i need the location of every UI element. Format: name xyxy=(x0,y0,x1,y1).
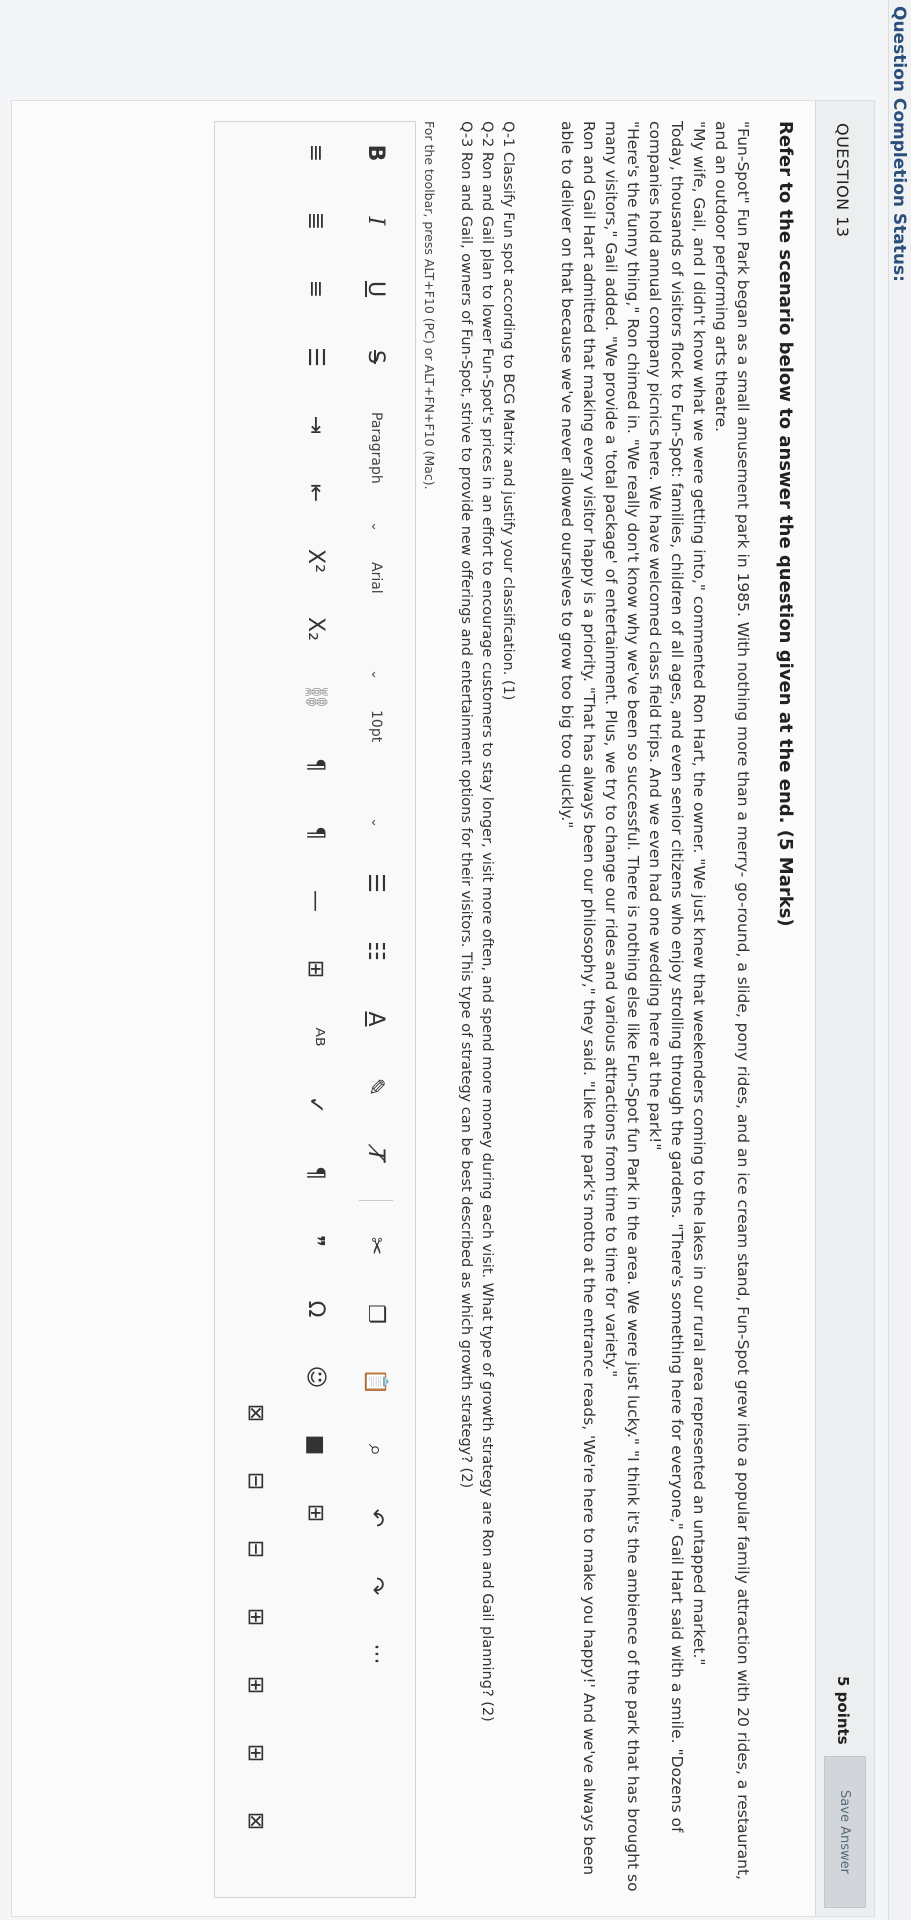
subscript-button[interactable]: X₂ xyxy=(297,606,335,652)
paragraph-select-value: Paragraph xyxy=(368,412,384,484)
more-options-button[interactable]: ··· xyxy=(357,1631,395,1677)
clear-format-icon[interactable]: T̸ xyxy=(357,1132,395,1178)
table-split-icon[interactable]: ⊠ xyxy=(237,1798,275,1844)
toolbar-row-3: ⊠ ⊟ ⊟ ⊞ ⊞ ⊞ ⊠ xyxy=(231,130,281,1885)
question-panel: QUESTION 13 5 points Save Answer Refer t… xyxy=(11,100,875,1917)
sub-question: Q-1 Classify Fun spot according to BCG M… xyxy=(500,121,516,701)
sub-questions: Q-1 Classify Fun spot according to BCG M… xyxy=(455,121,518,1896)
question-instruction: Refer to the scenario below to answer th… xyxy=(775,121,796,927)
table-column-after-icon[interactable]: ⊞ xyxy=(237,1662,275,1708)
find-icon[interactable]: ⌕ xyxy=(357,1427,395,1473)
scenario-paragraph: Ron and Gail Hart admitted that making e… xyxy=(558,121,598,1876)
toolbar-row-1: B I U S Paragraph ⌄ Arial ⌄ 10pt ⌄ ☰ ☷ A ✎ … xyxy=(351,130,401,1885)
special-character-icon[interactable]: Ω xyxy=(297,1286,335,1332)
question-points: 5 points xyxy=(834,1676,852,1745)
emoji-icon[interactable]: ☺ xyxy=(297,1354,335,1400)
editor-toolbar: B I U S Paragraph ⌄ Arial ⌄ 10pt ⌄ ☰ ☷ A ✎ … xyxy=(214,121,416,1898)
blockquote-icon[interactable]: ❞ xyxy=(297,1218,335,1264)
scenario-paragraph: Today, thousands of visitors flock to Fu… xyxy=(646,121,686,1833)
copy-icon[interactable]: ❐ xyxy=(357,1291,395,1337)
table-icon[interactable]: ⊞ xyxy=(297,1490,335,1536)
text-color-icon[interactable]: A xyxy=(357,996,395,1042)
align-left-icon[interactable]: ≡ xyxy=(297,130,335,176)
cut-icon[interactable]: ✂ xyxy=(357,1223,395,1269)
paragraph-select[interactable]: Paragraph ⌄ xyxy=(360,402,392,542)
question-header: QUESTION 13 5 points Save Answer xyxy=(815,101,874,1916)
completion-status-label: Question Completion Status: xyxy=(889,6,909,282)
font-select-value: Arial xyxy=(368,562,384,594)
font-size-select[interactable]: 10pt ⌄ xyxy=(360,700,392,838)
toolbar-row-2: ≡ ≣ ≡ ☰ ⇥ ⇤ X² X₂ ⛓ ¶ ¶ — ⊞ ᴬᴮ ✓ ¶ ❞ Ω ☺… xyxy=(291,130,341,1885)
toolbar-hint: For the toolbar, press ALT+F10 (PC) or A… xyxy=(422,121,437,490)
underline-button[interactable]: U xyxy=(357,266,395,312)
scenario-paragraph: "Fun-Spot" Fun Park began as a small amu… xyxy=(712,121,752,1880)
justify-icon[interactable]: ☰ xyxy=(297,334,335,380)
page: Question Completion Status: QUESTION 13 … xyxy=(0,0,911,1920)
paste-icon[interactable]: 📋 xyxy=(357,1359,395,1405)
media-icon[interactable]: ■ xyxy=(297,1422,335,1468)
bold-button[interactable]: B xyxy=(357,130,395,176)
horizontal-rule-icon[interactable]: — xyxy=(297,878,335,924)
table-row-after-icon[interactable]: ⊟ xyxy=(237,1526,275,1572)
save-answer-button[interactable]: Save Answer xyxy=(824,1756,866,1908)
chevron-down-icon: ⌄ xyxy=(368,817,384,828)
paragraph-mark-icon[interactable]: ¶ xyxy=(297,1150,335,1196)
status-bar: Question Completion Status: xyxy=(888,0,911,1920)
align-right-icon[interactable]: ≡ xyxy=(297,266,335,312)
redo-icon[interactable]: ↷ xyxy=(357,1563,395,1609)
font-select[interactable]: Arial ⌄ xyxy=(360,552,392,690)
strikethrough-button[interactable]: S xyxy=(357,334,395,380)
outdent-icon[interactable]: ⇤ xyxy=(297,470,335,516)
table-merge-icon[interactable]: ⊞ xyxy=(237,1730,275,1776)
spellcheck-icon[interactable]: ᴬᴮ xyxy=(297,1014,335,1060)
rtl-icon[interactable]: ¶ xyxy=(297,810,335,856)
checkmark-icon[interactable]: ✓ xyxy=(297,1082,335,1128)
undo-icon[interactable]: ↶ xyxy=(357,1495,395,1541)
scenario-text: "Fun-Spot" Fun Park began as a small amu… xyxy=(556,121,754,1896)
highlight-icon[interactable]: ✎ xyxy=(357,1064,395,1110)
link-icon[interactable]: ⛓ xyxy=(297,674,335,720)
indent-icon[interactable]: ⇥ xyxy=(297,402,335,448)
table-column-before-icon[interactable]: ⊞ xyxy=(237,1594,275,1640)
table-row-before-icon[interactable]: ⊟ xyxy=(237,1458,275,1504)
numbered-list-icon[interactable]: ☷ xyxy=(357,928,395,974)
superscript-button[interactable]: X² xyxy=(297,538,335,584)
question-number: QUESTION 13 xyxy=(833,123,852,238)
align-center-icon[interactable]: ≣ xyxy=(297,198,335,244)
font-size-select-value: 10pt xyxy=(368,710,384,743)
scenario-paragraph: "Here's the funny thing," Ron chimed in.… xyxy=(602,121,642,1892)
italic-button[interactable]: I xyxy=(357,198,395,244)
chevron-down-icon: ⌄ xyxy=(368,521,384,532)
scenario-paragraph: "My wife, Gail, and I didn't know what w… xyxy=(690,121,708,1666)
chevron-down-icon: ⌄ xyxy=(368,669,384,680)
sub-question: Q-2 Ron and Gail plan to lower Fun-Spot'… xyxy=(479,121,495,1722)
insert-icon[interactable]: ⊞ xyxy=(297,946,335,992)
ltr-icon[interactable]: ¶ xyxy=(297,742,335,788)
toolbar-divider xyxy=(359,1200,393,1201)
delete-table-icon[interactable]: ⊠ xyxy=(237,1390,275,1436)
bullet-list-icon[interactable]: ☰ xyxy=(357,860,395,906)
sub-question: Q-3 Ron and Gail, owners of Fun-Spot, st… xyxy=(458,121,474,1489)
